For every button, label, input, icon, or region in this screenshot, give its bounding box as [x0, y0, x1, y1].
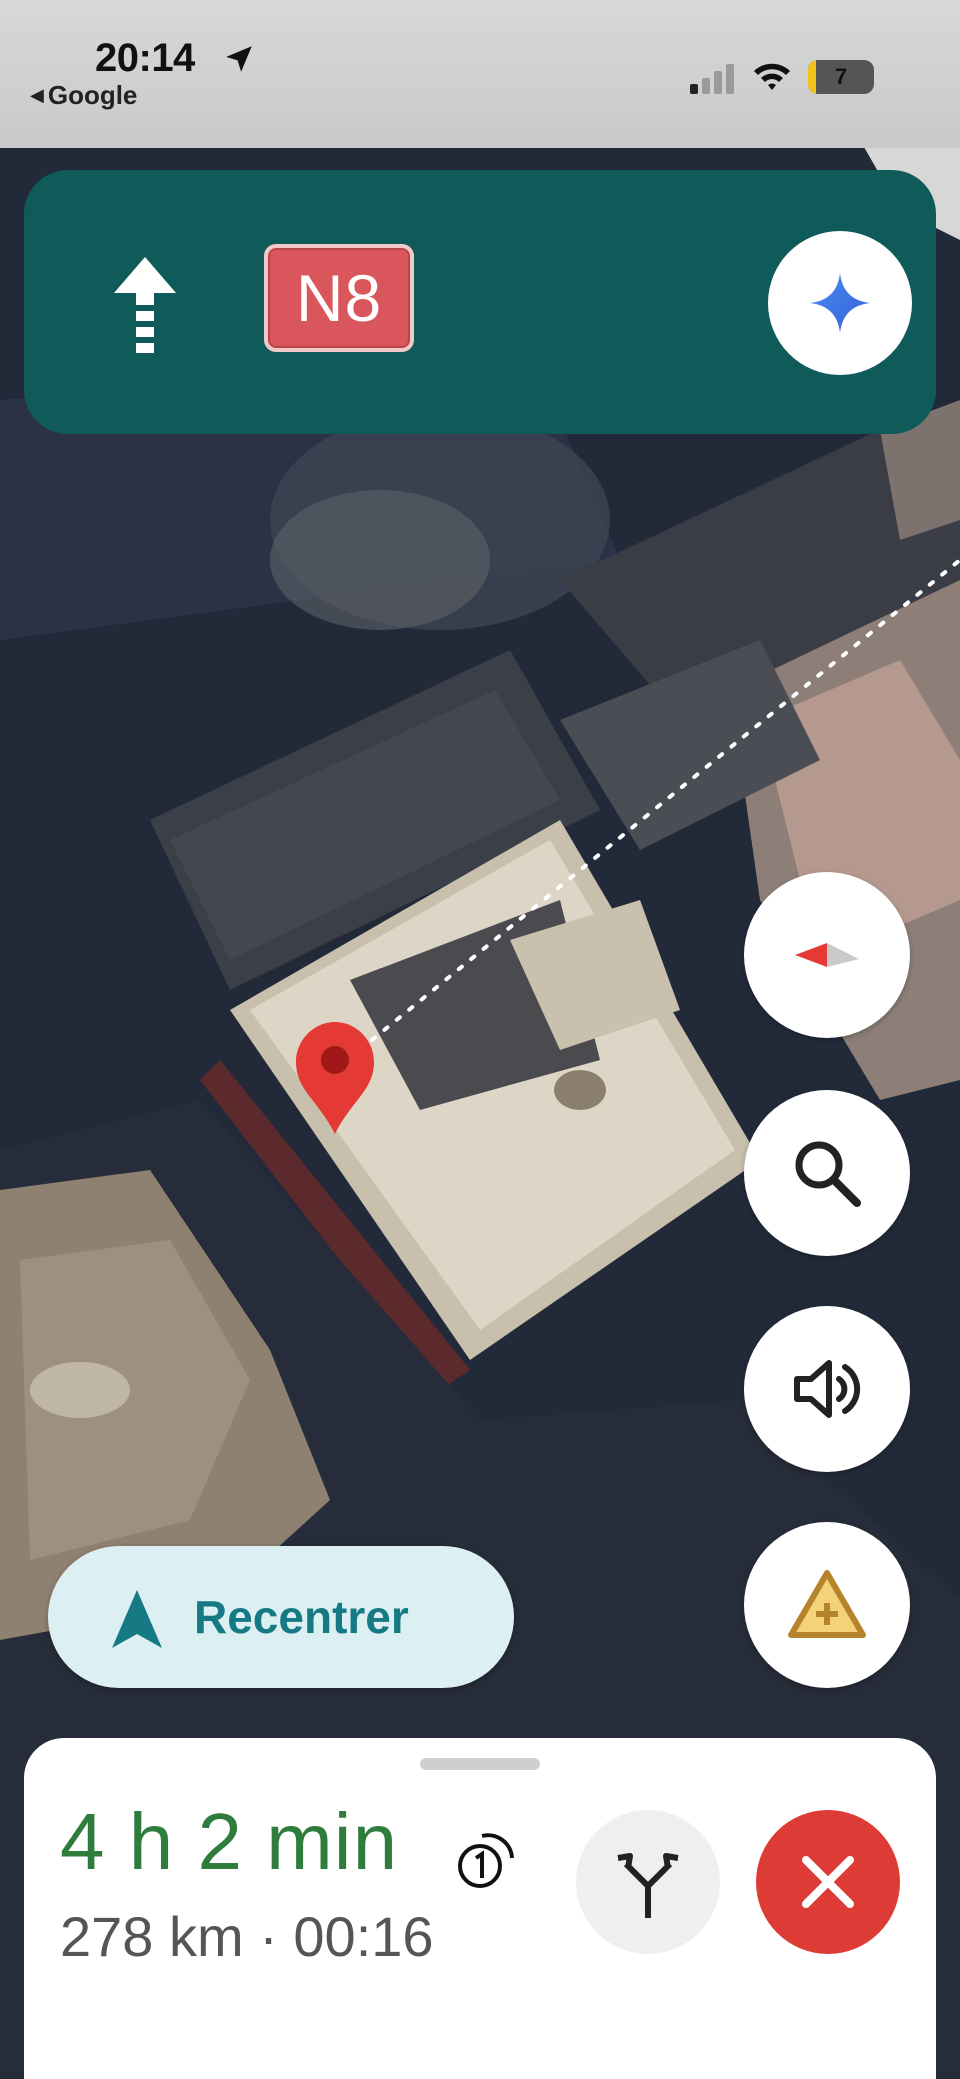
- back-to-app-link[interactable]: ◀ Google: [30, 80, 137, 111]
- compass-icon: [795, 943, 859, 967]
- report-incident-icon: [788, 1570, 866, 1638]
- trip-distance-arrival: 278 km · 00:16: [60, 1905, 434, 1968]
- drag-handle[interactable]: [420, 1758, 540, 1770]
- sound-button[interactable]: [744, 1306, 910, 1472]
- status-time: 20:14: [95, 36, 195, 80]
- navigation-arrow-icon: [112, 1590, 162, 1648]
- volume-icon: [794, 1360, 861, 1418]
- location-arrow-icon: [226, 46, 252, 72]
- battery-level: 7: [834, 64, 848, 89]
- recenter-button[interactable]: Recentrer: [48, 1546, 514, 1688]
- close-icon: [802, 1856, 854, 1908]
- report-incident-button[interactable]: [744, 1522, 910, 1688]
- straight-arrow-icon: [114, 257, 176, 353]
- battery-icon: 7: [808, 60, 874, 94]
- route-alternates-button[interactable]: [576, 1810, 720, 1954]
- back-app-label: Google: [47, 80, 138, 110]
- search-button[interactable]: [744, 1090, 910, 1256]
- compass-button[interactable]: [744, 872, 910, 1038]
- status-bar: 20:14 ◀ Google 7: [0, 0, 960, 148]
- road-number: N8: [295, 261, 383, 335]
- gemini-assistant-button[interactable]: [768, 231, 912, 375]
- route-alternates-icon: [617, 1853, 679, 1918]
- back-chevron-icon: ◀: [30, 85, 44, 105]
- signal-icon: [690, 64, 734, 94]
- trip-duration: 4 h 2 min: [60, 1797, 399, 1886]
- gemini-sparkle-icon: [810, 273, 870, 333]
- exit-navigation-button[interactable]: [756, 1810, 900, 1954]
- search-icon: [795, 1141, 861, 1207]
- route-option-badge-icon: [458, 1833, 514, 1888]
- road-number-badge: N8: [264, 244, 414, 352]
- wifi-icon: [754, 63, 790, 90]
- recenter-label: Recentrer: [194, 1591, 409, 1643]
- trip-summary-sheet[interactable]: 4 h 2 min 278 km · 00:16: [24, 1738, 936, 2079]
